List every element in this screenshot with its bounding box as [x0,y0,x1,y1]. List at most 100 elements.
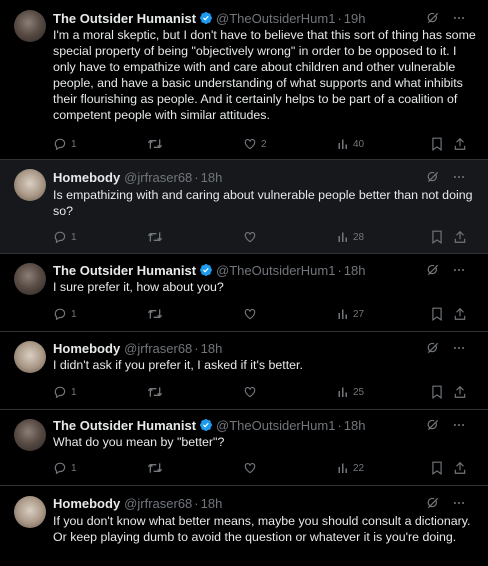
view-count: 22 [353,462,365,474]
reply-count: 1 [71,462,77,474]
timestamp[interactable]: 18h [201,341,223,356]
like-count: 2 [261,138,267,150]
like-button[interactable] [243,384,257,400]
bookmark-icon[interactable] [431,306,443,322]
share-icon[interactable] [453,306,467,322]
avatar[interactable] [14,169,46,201]
grok-icon[interactable] [426,341,440,355]
avatar[interactable] [14,263,46,295]
views-button[interactable]: 22 [337,460,364,476]
view-count: 28 [353,231,365,243]
author-handle[interactable]: @TheOutsiderHum1 [216,11,335,26]
grok-icon[interactable] [426,496,440,510]
reply-button[interactable]: 1 [53,136,77,152]
author-handle[interactable]: @TheOutsiderHum1 [216,418,335,433]
reply-button[interactable]: 1 [53,460,77,476]
tweet-text: I sure prefer it, how about you? [53,280,224,294]
tweet-header: Homebody @jrfraser68 · 18h [53,496,223,511]
retweet-button[interactable] [147,229,163,245]
reply-count: 1 [71,308,77,320]
reply-count: 1 [71,386,77,398]
author-name[interactable]: Homebody [53,496,120,511]
more-icon[interactable] [452,170,466,184]
timestamp[interactable]: 18h [344,263,366,278]
retweet-button[interactable] [147,136,167,152]
views-button[interactable]: 40 [337,136,364,152]
share-icon[interactable] [453,384,467,400]
action-bar: 1 27 [53,306,471,322]
author-name[interactable]: The Outsider Humanist [53,11,196,26]
reply-button[interactable]: 1 [53,229,77,245]
more-icon[interactable] [452,418,466,432]
tweet-header: The Outsider Humanist @TheOutsiderHum1 · 19… [53,11,365,27]
action-bar: 1 25 [53,384,471,400]
reply-count: 1 [71,231,77,243]
action-bar: 1 22 [53,460,471,476]
author-name[interactable]: The Outsider Humanist [53,263,196,278]
view-count: 40 [353,138,365,150]
avatar[interactable] [14,419,46,451]
tweet-header: Homebody @jrfraser68 · 18h [53,341,223,356]
action-bar: 1 28 [53,229,471,245]
avatar[interactable] [14,496,46,528]
bookmark-icon[interactable] [431,229,443,245]
timestamp[interactable]: 18h [201,496,223,511]
author-handle[interactable]: @jrfraser68 [124,496,192,511]
views-button[interactable]: 28 [337,229,364,245]
author-name[interactable]: Homebody [53,170,120,185]
grok-icon[interactable] [426,263,440,277]
tweet[interactable]: Homebody @jrfraser68 · 18h Is empathizing w… [0,160,488,254]
grok-icon[interactable] [426,170,440,184]
grok-icon[interactable] [426,418,440,432]
views-button[interactable]: 27 [337,306,364,322]
tweet-text: Is empathizing with and caring about vul… [53,188,473,218]
reply-button[interactable]: 1 [53,306,77,322]
like-button[interactable] [243,229,257,245]
tweet[interactable]: The Outsider Humanist @TheOutsiderHum1 · 19… [0,0,488,160]
bookmark-icon[interactable] [431,136,443,152]
reply-count: 1 [71,138,77,150]
tweet-text: What do you mean by "better"? [53,435,225,449]
tweet-text: If you don't know what better means, may… [53,514,471,544]
tweet-text: I didn't ask if you prefer it, I asked i… [53,358,303,372]
tweet[interactable]: The Outsider Humanist @TheOutsiderHum1 · 18… [0,410,488,486]
share-icon[interactable] [453,229,467,245]
retweet-button[interactable] [147,306,163,322]
tweet-header: Homebody @jrfraser68 · 18h [53,170,223,185]
tweet-header: The Outsider Humanist @TheOutsiderHum1 · 18… [53,263,365,279]
timestamp[interactable]: 18h [201,170,223,185]
author-handle[interactable]: @jrfraser68 [124,170,192,185]
author-handle[interactable]: @jrfraser68 [124,341,192,356]
tweet[interactable]: Homebody @jrfraser68 · 18h If you don't kno… [0,486,488,566]
timestamp[interactable]: 18h [344,418,366,433]
tweet[interactable]: Homebody @jrfraser68 · 18h I didn't ask if … [0,332,488,410]
bookmark-icon[interactable] [431,460,443,476]
like-button[interactable] [243,460,257,476]
timestamp[interactable]: 19h [344,11,366,26]
like-button[interactable] [243,306,257,322]
more-icon[interactable] [452,11,466,25]
more-icon[interactable] [452,496,466,510]
avatar[interactable] [14,10,46,42]
view-count: 27 [353,308,365,320]
author-name[interactable]: The Outsider Humanist [53,418,196,433]
author-handle[interactable]: @TheOutsiderHum1 [216,263,335,278]
more-icon[interactable] [452,263,466,277]
tweet-text: I'm a moral skeptic, but I don't have to… [53,28,476,122]
more-icon[interactable] [452,341,466,355]
like-button[interactable]: 2 [243,136,267,152]
view-count: 25 [353,386,365,398]
tweet[interactable]: The Outsider Humanist @TheOutsiderHum1 · 18… [0,254,488,332]
action-bar: 1 2 40 [53,136,471,152]
author-name[interactable]: Homebody [53,341,120,356]
retweet-button[interactable] [147,384,163,400]
views-button[interactable]: 25 [337,384,364,400]
share-icon[interactable] [453,136,467,152]
avatar[interactable] [14,341,46,373]
grok-icon[interactable] [426,11,440,25]
tweet-header: The Outsider Humanist @TheOutsiderHum1 · 18… [53,418,365,434]
bookmark-icon[interactable] [431,384,443,400]
share-icon[interactable] [453,460,467,476]
reply-button[interactable]: 1 [53,384,77,400]
retweet-button[interactable] [147,460,163,476]
